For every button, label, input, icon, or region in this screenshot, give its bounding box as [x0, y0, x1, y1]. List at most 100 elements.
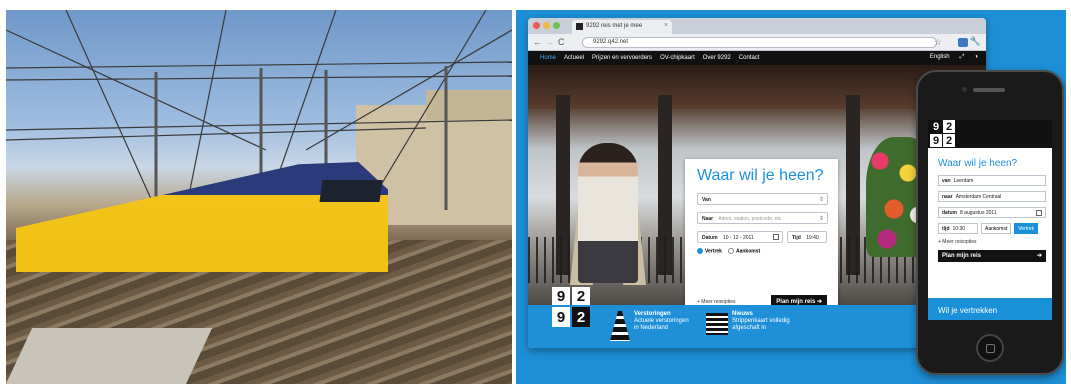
to-placeholder: Adres, station, postcode, etc [718, 216, 782, 222]
planner-heading: Waar wil je heen? [697, 167, 824, 184]
mobile-from-field[interactable]: van Leerdam [938, 175, 1046, 186]
depart-arrive-radios: Vertrek Aankomst [697, 248, 828, 254]
logo-digit: 2 [943, 134, 955, 147]
mobile-plan-button[interactable]: Plan mijn reis ➔ [938, 250, 1046, 262]
radio-selected[interactable] [697, 248, 703, 254]
mobile-header: 9 2 9 2 [928, 120, 1052, 148]
mobile-plan-label: Plan mijn reis [942, 253, 982, 259]
mobile-to-value: Amsterdam Centraal [955, 194, 1002, 200]
arrive-option[interactable]: Aankomst [727, 248, 760, 254]
reload-icon[interactable]: C [558, 37, 565, 47]
nav-contact[interactable]: Contact [739, 55, 760, 61]
mobile-time-field[interactable]: tijd 10:30 [938, 223, 978, 234]
chevron-updown-icon: ⇕ [818, 216, 824, 222]
train-windshield [319, 180, 383, 202]
train-photo [6, 10, 512, 384]
maximize-window-button[interactable] [553, 22, 560, 29]
mobile-time-value: 10:30 [952, 226, 966, 232]
journey-planner-form: Waar wil je heen? Van ⇕ Naar Adres, stat… [685, 159, 838, 305]
mobile-from-label: van [942, 178, 951, 184]
home-square-icon [985, 343, 995, 353]
tab-bar: 9292 reis met je mee × [528, 18, 986, 34]
logo-digit: 2 [572, 287, 590, 305]
nav-actueel[interactable]: Actueel [564, 55, 584, 61]
to-field[interactable]: Naar Adres, station, postcode, etc ⇕ [697, 212, 828, 224]
mobile-date-field[interactable]: datum 8 augustus 2011 [938, 207, 1046, 218]
mobile-time-label: tijd [942, 226, 950, 232]
disruptions-title: Verstoringen [634, 311, 671, 317]
depart-option[interactable]: Vertrek [697, 248, 722, 254]
speaker-grille [973, 88, 1005, 92]
arrow-right-icon: ➔ [1036, 253, 1042, 259]
url-field[interactable]: 9292.q42.net [582, 37, 937, 48]
news-text: Strippenkaart volledig afgeschaft in [732, 318, 790, 331]
close-window-button[interactable] [533, 22, 540, 29]
bookmark-star-icon[interactable]: ☆ [934, 37, 942, 48]
language-link[interactable]: English [930, 54, 950, 61]
tab-title: 9292 reis met je mee [586, 23, 643, 29]
more-options-link[interactable]: + Meer reisopties [697, 299, 736, 305]
logo-digit: 2 [572, 307, 590, 327]
logo-digit: 9 [930, 120, 942, 133]
woman-figure [578, 143, 638, 283]
nav-home[interactable]: Home [540, 55, 556, 61]
mobile-date-label: datum [942, 210, 957, 216]
minimize-window-button[interactable] [543, 22, 550, 29]
date-field[interactable]: Datum 10 - 12 - 2011 [697, 231, 783, 243]
mobile-from-value: Leerdam [953, 178, 974, 184]
browser-tab[interactable]: 9292 reis met je mee × [572, 20, 672, 34]
radio-unselected[interactable] [727, 248, 734, 254]
back-icon[interactable]: ← [533, 37, 542, 47]
mobile-to-label: naar [942, 194, 953, 200]
logo-digit: 9 [930, 134, 942, 147]
date-value: 10 - 12 - 2011 [722, 235, 754, 241]
mobile-footer-band: Wil je vertrekken [928, 298, 1052, 320]
smartphone: 9 2 9 2 Waar wil je heen? van Leerdam naa… [916, 70, 1064, 375]
wrench-icon[interactable]: 🔧 [970, 36, 981, 47]
news-title: Nieuws [732, 311, 754, 317]
close-tab-icon[interactable]: × [664, 22, 668, 29]
nav-ov-chipkaart[interactable]: OV-chipkaart [660, 55, 695, 61]
camera-icon [962, 87, 967, 92]
date-label: Datum [702, 235, 718, 241]
nav-over[interactable]: Over 9292 [703, 55, 731, 61]
chevron-updown-icon: ⇕ [818, 197, 824, 203]
time-label: Tijd [792, 235, 801, 241]
site-navigation: Home Actueel Prijzen en vervoerders OV-c… [528, 51, 986, 65]
contrast-icon[interactable]: ◑ [974, 54, 978, 61]
home-button[interactable] [976, 334, 1004, 362]
disruptions-text: Actuele verstoringen in Nederland [634, 318, 689, 331]
window-controls [533, 22, 560, 29]
time-field[interactable]: Tijd 19:40 [787, 231, 827, 243]
favicon-icon [576, 23, 583, 30]
extension-icon[interactable] [958, 38, 968, 47]
mobile-time-row: tijd 10:30 Aankomst Vertrek [938, 223, 1046, 234]
logo-digit: 2 [943, 120, 955, 133]
website-mockup: 9292 reis met je mee × ← → C 9292.q42.ne… [516, 10, 1066, 384]
platform [6, 328, 213, 384]
mobile-date-value: 8 augustus 2011 [960, 210, 997, 216]
disruptions-block[interactable]: Verstoringen Actuele verstoringen in Ned… [634, 311, 694, 332]
traffic-cone-icon [610, 311, 630, 341]
fullscreen-icon[interactable]: ⤢ [960, 54, 965, 61]
mobile-depart-button[interactable]: Vertrek [1014, 223, 1039, 234]
from-label: Van [702, 197, 711, 203]
forward-icon[interactable]: → [545, 37, 554, 47]
calendar-icon[interactable] [1036, 210, 1042, 216]
news-block[interactable]: Nieuws Strippenkaart volledig afgeschaft… [732, 311, 792, 332]
plan-trip-button[interactable]: Plan mijn reis ➔ [771, 295, 827, 305]
nav-prijzen[interactable]: Prijzen en vervoerders [592, 55, 652, 61]
time-value: 19:40 [806, 235, 819, 241]
logo-digit: 9 [552, 287, 570, 305]
mobile-arrive-button[interactable]: Aankomst [981, 223, 1012, 234]
mobile-more-options[interactable]: + Meer reisopties [938, 239, 1052, 245]
to-label: Naar [702, 216, 714, 222]
mobile-to-field[interactable]: naar Amsterdam Centraal [938, 191, 1046, 202]
depart-label: Vertrek [705, 248, 722, 255]
mobile-heading: Waar wil je heen? [938, 158, 1018, 169]
from-field[interactable]: Van ⇕ [697, 193, 828, 205]
mobile-screen: 9 2 9 2 Waar wil je heen? van Leerdam naa… [928, 120, 1052, 320]
calendar-icon[interactable] [773, 234, 779, 240]
logo-digit: 9 [552, 307, 570, 327]
form-footer: + Meer reisopties Plan mijn reis ➔ [697, 295, 827, 305]
